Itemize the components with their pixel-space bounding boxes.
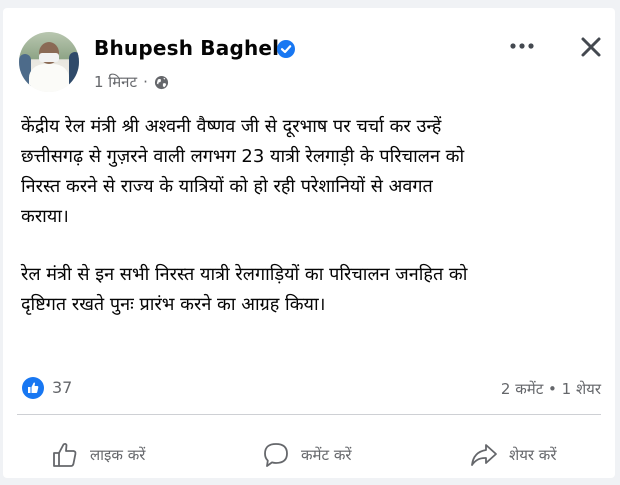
post-body: केंद्रीय रेल मंत्री श्री अश्वनी वैष्णव ज…: [21, 112, 601, 320]
post-card: Bhupesh Baghel 1 मिनट · केंद्रीय रेल मंत…: [3, 8, 615, 478]
avatar-bg-person-right: [69, 52, 79, 92]
share-button[interactable]: शेयर करें: [469, 440, 556, 470]
post-paragraph: रेल मंत्री से इन सभी निरस्त यात्री रेलगा…: [21, 264, 468, 315]
post-time[interactable]: 1 मिनट: [94, 72, 137, 92]
share-icon: [471, 444, 497, 466]
reaction-count[interactable]: 37: [52, 378, 72, 397]
divider: [17, 414, 601, 415]
verified-badge-icon: [277, 40, 295, 58]
avatar-figure-body: [29, 64, 69, 92]
comment-icon: [264, 443, 288, 467]
share-label: शेयर करें: [509, 446, 557, 464]
like-icon: [53, 442, 77, 467]
post-paragraph: केंद्रीय रेल मंत्री श्री अश्वनी वैष्णव ज…: [21, 116, 465, 227]
more-options-icon[interactable]: [509, 36, 535, 56]
like-button[interactable]: लाइक करें: [50, 440, 145, 470]
like-label: लाइक करें: [90, 446, 146, 464]
meta-separator: ·: [143, 73, 148, 91]
comment-share-summary[interactable]: 2 कमेंट • 1 शेयर: [501, 379, 601, 399]
post-meta: 1 मिनट ·: [94, 72, 169, 92]
globe-icon[interactable]: [154, 75, 169, 90]
thumbs-up-icon[interactable]: [22, 377, 44, 399]
comment-button[interactable]: कमेंट करें: [261, 440, 351, 470]
comment-label: कमेंट करें: [301, 446, 352, 464]
close-icon[interactable]: [580, 36, 602, 58]
author-name[interactable]: Bhupesh Baghel: [94, 36, 279, 60]
avatar[interactable]: [19, 32, 79, 92]
avatar-figure-mask: [39, 53, 59, 62]
